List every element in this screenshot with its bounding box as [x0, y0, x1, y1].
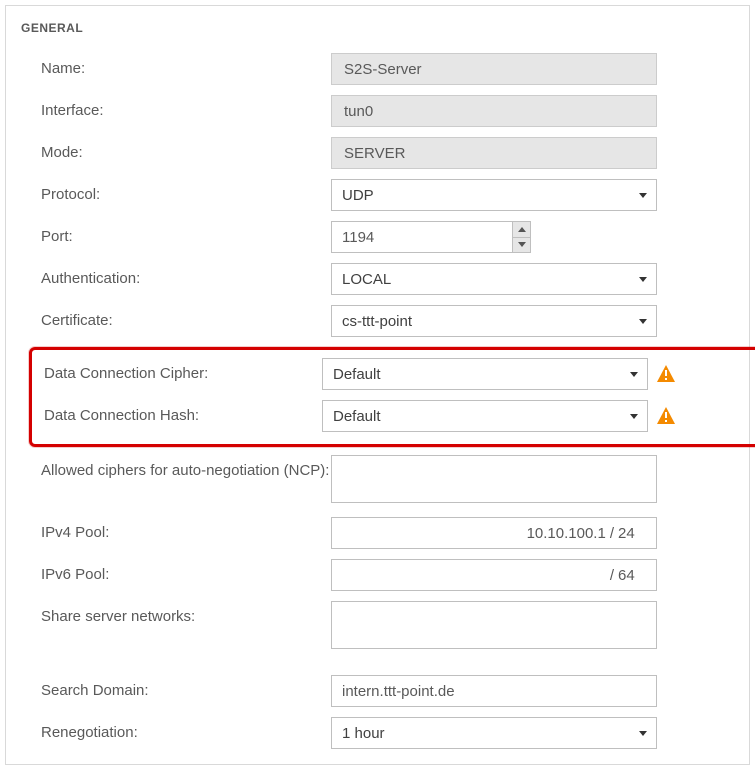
section-title: GENERAL: [21, 21, 734, 35]
label-cipher: Data Connection Cipher:: [44, 358, 322, 384]
label-ipv4pool: IPv4 Pool:: [41, 517, 331, 543]
port-spinner: [512, 222, 530, 252]
ipv4pool-mask-input[interactable]: [618, 525, 646, 542]
row-certificate: Certificate: cs-ttt-point: [41, 305, 734, 337]
label-name: Name:: [41, 53, 331, 79]
row-ipv6pool: IPv6 Pool: /: [41, 559, 734, 591]
general-panel: GENERAL Name: S2S-Server Interface: tun0…: [5, 5, 750, 765]
port-step-down[interactable]: [512, 238, 530, 253]
warning-icon: [656, 406, 676, 426]
port-input[interactable]: [331, 221, 531, 253]
ipv6pool-field: /: [331, 559, 657, 591]
ncp-textarea[interactable]: [331, 455, 657, 503]
row-hash: Data Connection Hash: Default: [44, 400, 731, 432]
warning-icon: [656, 364, 676, 384]
row-search-domain: Search Domain:: [41, 675, 734, 707]
label-ipv6pool: IPv6 Pool:: [41, 559, 331, 585]
interface-field: tun0: [331, 95, 657, 127]
ipv4pool-addr-input[interactable]: [426, 525, 606, 542]
row-ipv4pool: IPv4 Pool: /: [41, 517, 734, 549]
row-interface: Interface: tun0: [41, 95, 734, 127]
share-textarea[interactable]: [331, 601, 657, 649]
row-ncp: Allowed ciphers for auto-negotiation (NC…: [41, 455, 734, 507]
label-mode: Mode:: [41, 137, 331, 163]
chevron-down-icon: [518, 242, 526, 247]
row-share: Share server networks:: [41, 601, 734, 653]
highlight-box: Data Connection Cipher: Default Data Con…: [29, 347, 755, 447]
row-port: Port:: [41, 221, 734, 253]
label-certificate: Certificate:: [41, 305, 331, 331]
row-cipher: Data Connection Cipher: Default: [44, 358, 731, 390]
ipv6-sep: /: [610, 567, 614, 584]
row-renegotiation: Renegotiation: 1 hour: [41, 717, 734, 749]
row-name: Name: S2S-Server: [41, 53, 734, 85]
renegotiation-select[interactable]: 1 hour: [331, 717, 657, 749]
label-ncp: Allowed ciphers for auto-negotiation (NC…: [41, 455, 331, 481]
label-renegotiation: Renegotiation:: [41, 717, 331, 743]
hash-select[interactable]: Default: [322, 400, 648, 432]
row-authentication: Authentication: LOCAL: [41, 263, 734, 295]
label-search-domain: Search Domain:: [41, 675, 331, 701]
name-field: S2S-Server: [331, 53, 657, 85]
certificate-select[interactable]: cs-ttt-point: [331, 305, 657, 337]
port-step-up[interactable]: [512, 222, 530, 238]
cipher-select[interactable]: Default: [322, 358, 648, 390]
ipv4-sep: /: [610, 525, 614, 542]
protocol-select[interactable]: UDP: [331, 179, 657, 211]
ipv6pool-addr-input[interactable]: [406, 567, 606, 584]
label-authentication: Authentication:: [41, 263, 331, 289]
row-mode: Mode: SERVER: [41, 137, 734, 169]
form-rows: Name: S2S-Server Interface: tun0 Mode: S…: [21, 53, 734, 749]
ipv6pool-prefix-input[interactable]: [618, 567, 646, 584]
label-interface: Interface:: [41, 95, 331, 121]
label-protocol: Protocol:: [41, 179, 331, 205]
label-hash: Data Connection Hash:: [44, 400, 322, 426]
mode-field: SERVER: [331, 137, 657, 169]
label-port: Port:: [41, 221, 331, 247]
chevron-up-icon: [518, 227, 526, 232]
ipv4pool-field: /: [331, 517, 657, 549]
search-domain-input[interactable]: [331, 675, 657, 707]
label-share: Share server networks:: [41, 601, 331, 627]
row-protocol: Protocol: UDP: [41, 179, 734, 211]
authentication-select[interactable]: LOCAL: [331, 263, 657, 295]
